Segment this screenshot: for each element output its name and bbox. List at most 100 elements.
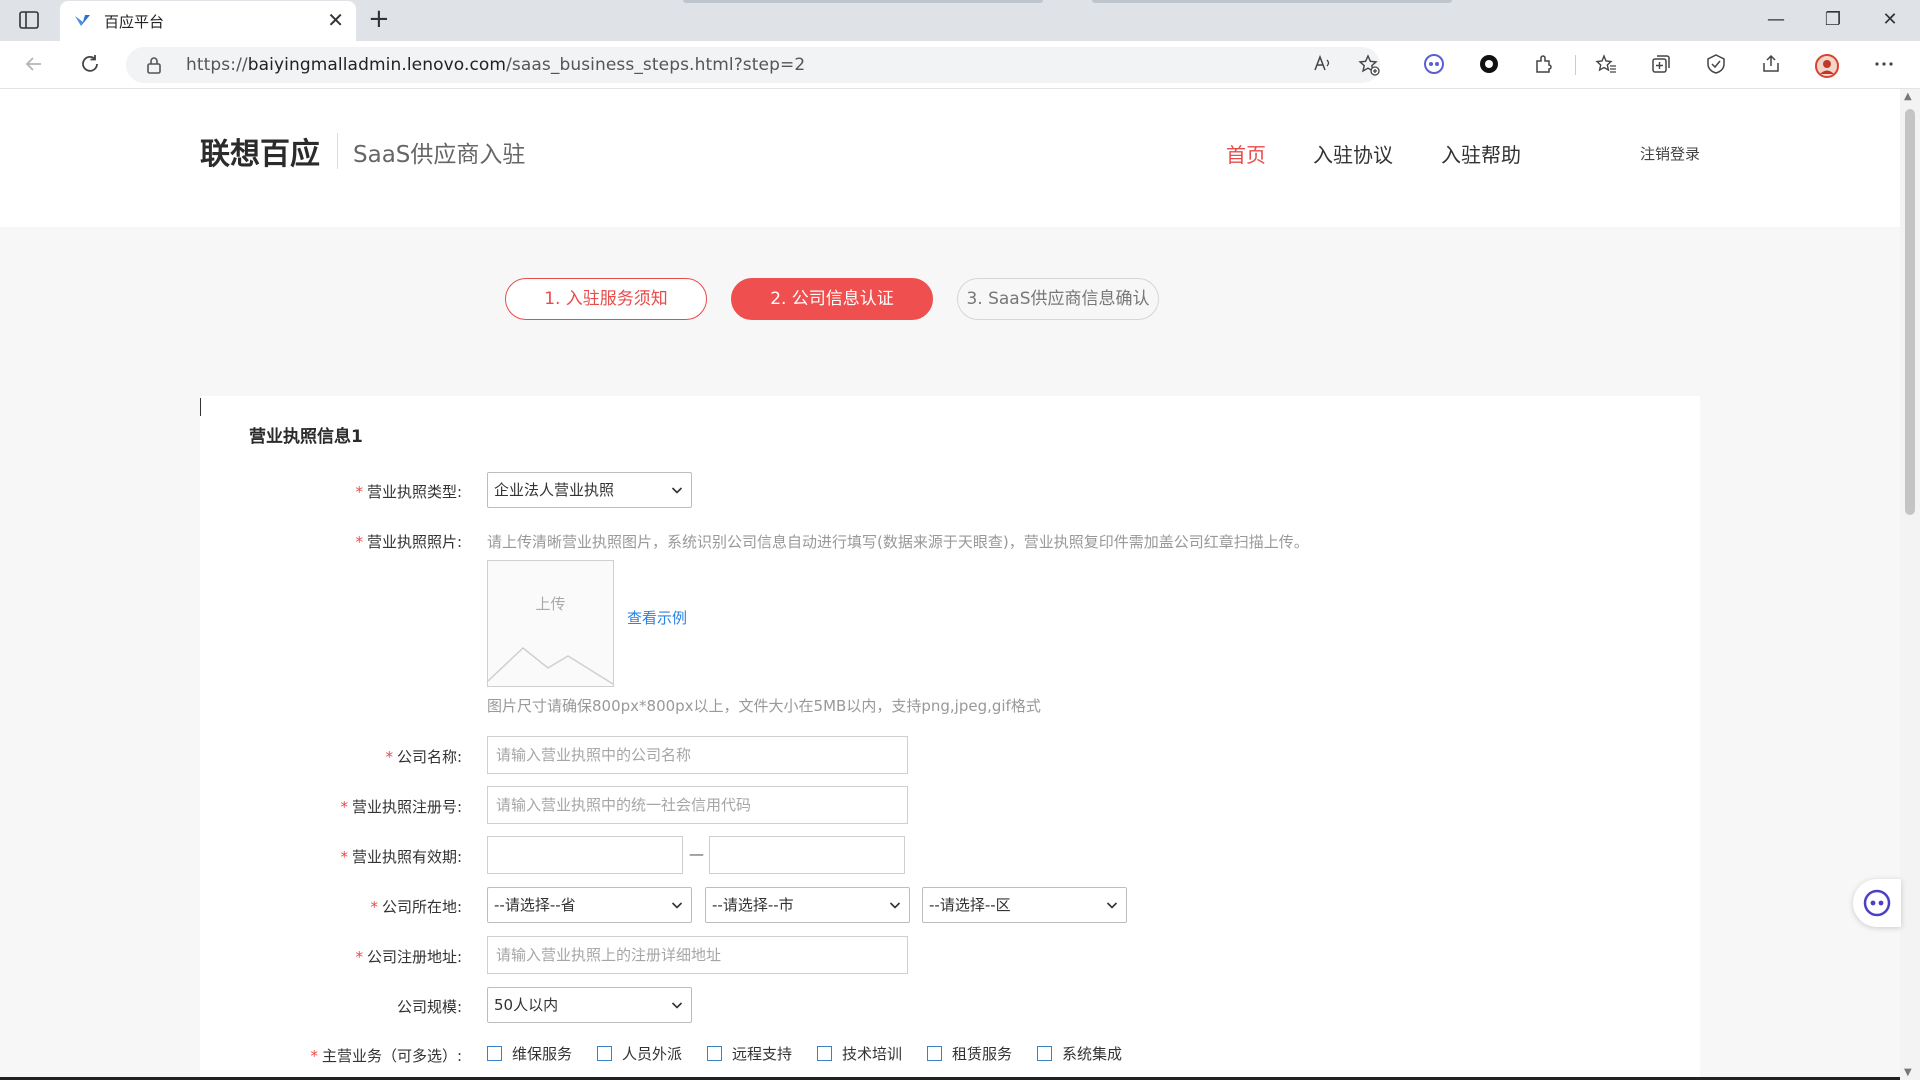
restore-button[interactable]: ❐ (1810, 6, 1856, 34)
site-subtitle: SaaS供应商入驻 (353, 142, 526, 168)
required-mark: * (355, 533, 363, 551)
city-select[interactable]: --请选择--市 (705, 887, 910, 923)
more-icon[interactable] (1872, 53, 1896, 77)
license-upload-box[interactable]: 上传 (487, 560, 614, 687)
validity-separator: — (689, 845, 704, 863)
view-example-link[interactable]: 查看示例 (627, 607, 687, 628)
step-1-service-notice[interactable]: 1. 入驻服务须知 (505, 278, 707, 320)
business-option-integration[interactable]: 系统集成 (1037, 1043, 1122, 1063)
validity-end-input[interactable] (709, 836, 905, 874)
scroll-thumb[interactable] (1905, 109, 1915, 515)
business-option-label: 租赁服务 (952, 1045, 1013, 1063)
province-value: --请选择--省 (494, 896, 576, 914)
license-type-label: * 营业执照类型: (355, 481, 462, 502)
step-2-company-verification[interactable]: 2. 公司信息认证 (731, 278, 933, 320)
tab-preview-strip (1092, 0, 1452, 3)
validity-start-input[interactable] (487, 836, 683, 874)
license-type-label-text: 营业执照类型: (366, 483, 462, 501)
profile-avatar[interactable] (1814, 53, 1839, 78)
copilot-icon (1863, 889, 1891, 917)
minimize-button[interactable]: — (1753, 6, 1799, 34)
chevron-down-icon (1106, 902, 1118, 909)
new-tab-button[interactable]: + (368, 6, 390, 32)
company-name-input[interactable]: 请输入营业执照中的公司名称 (487, 736, 908, 774)
tab-close-icon[interactable]: ✕ (327, 10, 344, 30)
page-scrollbar[interactable]: ▲ ▼ (1900, 89, 1920, 1080)
license-form-card: 营业执照信息1 * 营业执照类型: 企业法人营业执照 * 营业执照照片: 请上传清晰… (200, 396, 1700, 1080)
upload-label: 上传 (535, 595, 566, 613)
nav-help[interactable]: 入驻帮助 (1441, 139, 1521, 168)
logo-divider (337, 133, 338, 169)
business-option-maintenance[interactable]: 维保服务 (487, 1043, 572, 1063)
business-option-label: 维保服务 (512, 1045, 573, 1063)
registration-number-input[interactable]: 请输入营业执照中的统一社会信用代码 (487, 786, 908, 824)
business-option-staffing[interactable]: 人员外派 (597, 1043, 682, 1063)
back-icon[interactable] (22, 53, 46, 77)
copilot-icon[interactable] (1422, 53, 1446, 77)
license-photo-hint: 请上传清晰营业执照图片，系统识别公司信息自动进行填写(数据来源于天眼查)，营业执… (487, 533, 1309, 551)
address-placeholder: 请输入营业执照上的注册详细地址 (496, 946, 722, 964)
favorites-icon[interactable] (1594, 53, 1618, 77)
tab-actions-icon[interactable] (18, 10, 42, 32)
address-bar[interactable]: https://baiyingmalladmin.lenovo.com/saas… (126, 47, 1380, 83)
checkbox[interactable] (817, 1046, 832, 1061)
validity-label: * 营业执照有效期: (340, 846, 462, 867)
chevron-down-icon (671, 902, 683, 909)
url-text[interactable]: https://baiyingmalladmin.lenovo.com/saas… (186, 55, 805, 75)
section-title: 营业执照信息1 (249, 427, 363, 447)
extensions-icon[interactable] (1532, 53, 1556, 77)
scroll-down-icon[interactable]: ▼ (1904, 1067, 1912, 1078)
close-window-button[interactable]: ✕ (1867, 6, 1913, 34)
company-name-placeholder: 请输入营业执照中的公司名称 (496, 746, 692, 764)
url-host: baiyingmalladmin.lenovo.com (247, 55, 507, 75)
baiying-favicon-icon (74, 13, 92, 29)
required-mark: * (340, 798, 348, 816)
address-input[interactable]: 请输入营业执照上的注册详细地址 (487, 936, 908, 974)
license-photo-label-text: 营业执照照片: (366, 533, 462, 551)
checkbox[interactable] (487, 1046, 502, 1061)
business-option-training[interactable]: 技术培训 (817, 1043, 902, 1063)
url-path: /saas_business_steps.html?step=2 (506, 55, 806, 75)
province-select[interactable]: --请选择--省 (487, 887, 692, 923)
nav-home[interactable]: 首页 (1226, 139, 1266, 168)
record-icon[interactable] (1477, 53, 1501, 77)
required-mark: * (355, 483, 363, 501)
share-icon[interactable] (1759, 53, 1783, 77)
step-3-supplier-confirmation[interactable]: 3. SaaS供应商信息确认 (957, 278, 1159, 320)
tab-preview-strip (683, 0, 1043, 3)
checkbox[interactable] (927, 1046, 942, 1061)
business-option-leasing[interactable]: 租赁服务 (927, 1043, 1012, 1063)
site-logo[interactable]: 联想百应 (200, 129, 320, 173)
text-caret (200, 398, 201, 416)
license-photo-label: * 营业执照照片: (355, 531, 462, 552)
business-option-label: 系统集成 (1062, 1045, 1123, 1063)
browser-essentials-icon[interactable] (1704, 53, 1728, 77)
read-aloud-icon[interactable] (1312, 54, 1334, 76)
company-name-label: * 公司名称: (385, 746, 462, 767)
floating-assistant-button[interactable] (1853, 879, 1901, 927)
registration-number-label-text: 营业执照注册号: (351, 798, 462, 816)
license-type-select[interactable]: 企业法人营业执照 (487, 472, 692, 508)
required-mark: * (340, 848, 348, 866)
nav-agreement[interactable]: 入驻协议 (1313, 139, 1393, 168)
collections-icon[interactable] (1649, 53, 1673, 77)
checkbox[interactable] (597, 1046, 612, 1061)
business-option-remote-support[interactable]: 远程支持 (707, 1043, 792, 1063)
address-label-text: 公司注册地址: (366, 948, 462, 966)
business-option-label: 远程支持 (732, 1045, 793, 1063)
checkbox[interactable] (1037, 1046, 1052, 1061)
site-header: 联想百应 SaaS供应商入驻 首页 入驻协议 入驻帮助 注销登录 (0, 89, 1900, 227)
add-favorite-icon[interactable] (1358, 54, 1380, 76)
browser-tab-bar: 百应平台 ✕ + — ❐ ✕ (0, 0, 1920, 41)
logout-link[interactable]: 注销登录 (1640, 143, 1700, 164)
company-scale-select[interactable]: 50人以内 (487, 987, 692, 1023)
refresh-icon[interactable] (78, 53, 102, 77)
scroll-up-icon[interactable]: ▲ (1904, 91, 1912, 102)
scale-label: 公司规模: (397, 996, 462, 1017)
checkbox[interactable] (707, 1046, 722, 1061)
lock-icon[interactable] (146, 56, 162, 74)
district-select[interactable]: --请选择--区 (922, 887, 1127, 923)
required-mark: * (355, 948, 363, 966)
main-business-label-text: 主营业务（可多选）: (321, 1047, 462, 1065)
active-tab[interactable]: 百应平台 ✕ (60, 1, 356, 41)
